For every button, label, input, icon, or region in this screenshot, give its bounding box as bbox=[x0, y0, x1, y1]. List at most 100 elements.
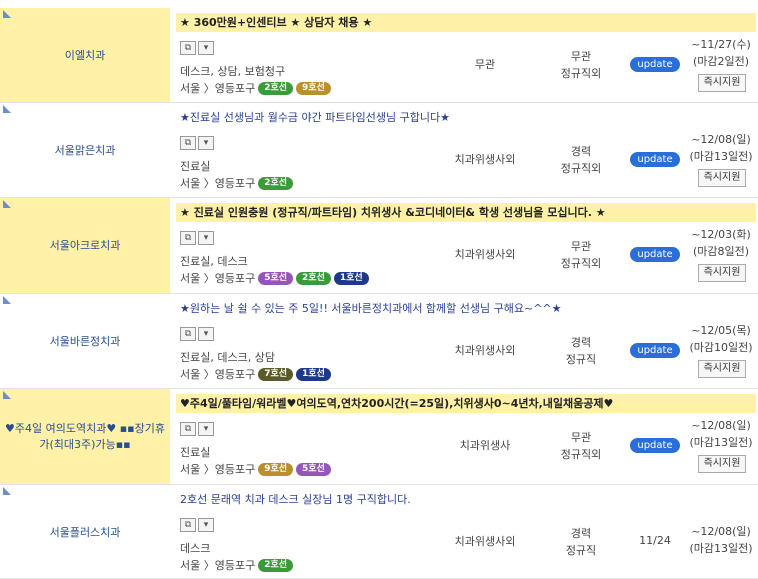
listing-title-link[interactable]: ★원하는 날 쉴 수 있는 주 5일!! 서울바른정치과에서 함께할 선생님 구… bbox=[176, 299, 756, 318]
employment-type: 정규직외 bbox=[560, 257, 602, 270]
company-name-link[interactable]: 서울바른정치과 bbox=[0, 334, 170, 350]
subway-line-badge: 7호선 bbox=[258, 367, 294, 381]
copy-icon[interactable]: ⧉ bbox=[180, 231, 196, 245]
subway-line-badge: 1호선 bbox=[296, 367, 331, 381]
listing-title-link[interactable]: ★ 360만원+인센티브 ★ 상담자 채용 ★ bbox=[176, 13, 756, 32]
copy-icon[interactable]: ⧉ bbox=[180, 41, 196, 55]
location-text: 서울 〉영등포구 bbox=[180, 368, 256, 381]
location: 서울 〉영등포구 2호선 9호선 bbox=[180, 80, 331, 96]
apply-now-button[interactable]: 즉시지원 bbox=[698, 455, 746, 473]
chevron-down-icon[interactable]: ▾ bbox=[198, 327, 214, 341]
job-category: 진료실 bbox=[180, 446, 211, 459]
employment-type: 정규직외 bbox=[560, 448, 602, 461]
deadline-date: ~11/27(수) bbox=[691, 38, 751, 51]
copy-icon[interactable]: ⧉ bbox=[180, 136, 196, 150]
corner-marker-icon bbox=[3, 200, 11, 208]
listing-row: ♥주4일 여의도역치과♥ ▪▪장기휴가(최대3주)가능▪▪ ♥주4일/풀타임/워라… bbox=[0, 389, 758, 485]
deadline-date: ~12/08(일) bbox=[691, 133, 751, 146]
company-cell: ♥주4일 여의도역치과♥ ▪▪장기휴가(최대3주)가능▪▪ bbox=[0, 389, 170, 484]
apply-now-button[interactable]: 즉시지원 bbox=[698, 74, 746, 92]
subway-line-badge: 1호선 bbox=[333, 271, 369, 285]
company-cell: 서울맑은치과 bbox=[0, 103, 170, 197]
experience: 경력 bbox=[570, 145, 592, 158]
subway-line-badge: 2호선 bbox=[296, 271, 331, 285]
location: 서울 〉영등포구 2호선 bbox=[180, 175, 294, 191]
experience: 무관 bbox=[570, 240, 592, 253]
deadline-date: ~12/05(목) bbox=[691, 324, 751, 337]
location-text: 서울 〉영등포구 bbox=[180, 463, 256, 476]
qualification: 무관 bbox=[474, 58, 496, 71]
location: 서울 〉영등포구 9호선 5호선 bbox=[180, 461, 331, 477]
experience-employment: 무관 정규직외 bbox=[545, 48, 617, 82]
company-cell: 서울바른정치과 bbox=[0, 294, 170, 388]
apply-now-button[interactable]: 즉시지원 bbox=[698, 360, 746, 378]
update-badge: update bbox=[630, 438, 680, 453]
listing-actions: ⧉ ▾ bbox=[180, 422, 214, 436]
chevron-down-icon[interactable]: ▾ bbox=[198, 231, 214, 245]
chevron-down-icon[interactable]: ▾ bbox=[198, 136, 214, 150]
listing-row: 서울플러스치과 2호선 문래역 치과 데스크 실장님 1명 구직합니다. ⧉ ▾ 데스크… bbox=[0, 485, 758, 579]
days-remaining: (마감2일전) bbox=[692, 55, 750, 68]
update-badge: update bbox=[630, 247, 680, 262]
company-name-link[interactable]: 이엘치과 bbox=[0, 48, 170, 64]
job-listing-table: 이엘치과 ★ 360만원+인센티브 ★ 상담자 채용 ★ ⧉ ▾ 데스크, 상담, 보험… bbox=[0, 0, 758, 579]
experience-employment: 무관정규직외 bbox=[545, 429, 617, 463]
listing-actions: ⧉ ▾ bbox=[180, 136, 214, 150]
copy-icon[interactable]: ⧉ bbox=[180, 518, 196, 532]
listing-title-link[interactable]: ★진료실 선생님과 월수금 야간 파트타임선생님 구합니다★ bbox=[176, 108, 756, 127]
job-category: 진료실, 데스크, 상담 bbox=[180, 351, 275, 364]
posted-date: 11/24 bbox=[639, 534, 671, 547]
location: 서울 〉영등포구 7호선 1호선 bbox=[180, 366, 331, 382]
listing-actions: ⧉ ▾ bbox=[180, 231, 214, 245]
listing-title-link[interactable]: ♥주4일/풀타임/워라벨♥여의도역,연차200시간(=25일),치위생사0~4년… bbox=[176, 394, 756, 413]
deadline-date: ~12/08(일) bbox=[691, 525, 751, 538]
chevron-down-icon[interactable]: ▾ bbox=[198, 422, 214, 436]
location-text: 서울 〉영등포구 bbox=[180, 272, 256, 285]
company-name-link[interactable]: ♥주4일 여의도역치과♥ ▪▪장기휴가(최대3주)가능▪▪ bbox=[0, 421, 170, 453]
company-cell: 서울플러스치과 bbox=[0, 485, 170, 578]
company-name-link[interactable]: 서울플러스치과 bbox=[0, 525, 170, 541]
subway-line-badge: 5호선 bbox=[258, 271, 294, 285]
apply-now-button[interactable]: 즉시지원 bbox=[698, 264, 746, 282]
company-cell: 이엘치과 bbox=[0, 8, 170, 102]
days-remaining: (마감8일전) bbox=[692, 245, 750, 258]
listing-title-link[interactable]: 2호선 문래역 치과 데스크 실장님 1명 구직합니다. bbox=[176, 490, 756, 509]
employment-type: 정규직 bbox=[565, 353, 597, 366]
subway-line-badge: 9호선 bbox=[258, 462, 294, 476]
subway-line-badge: 9호선 bbox=[296, 81, 331, 95]
employment-type: 정규직외 bbox=[560, 67, 602, 80]
deadline-date: ~12/03(화) bbox=[691, 228, 751, 241]
location: 서울 〉영등포구 2호선 bbox=[180, 557, 294, 573]
experience: 경력 bbox=[570, 527, 592, 540]
subway-line-badge: 2호선 bbox=[258, 81, 294, 95]
location-text: 서울 〉영등포구 bbox=[180, 82, 256, 95]
company-name-link[interactable]: 서울아크로치과 bbox=[0, 238, 170, 254]
apply-now-button[interactable]: 즉시지원 bbox=[698, 169, 746, 187]
company-name-link[interactable]: 서울맑은치과 bbox=[0, 143, 170, 159]
copy-icon[interactable]: ⧉ bbox=[180, 422, 196, 436]
qualification: 치과위생사외 bbox=[454, 535, 516, 548]
copy-icon[interactable]: ⧉ bbox=[180, 327, 196, 341]
listing-title-link[interactable]: ★ 진료실 인원충원 (정규직/파트타임) 치위생사 &코디네이터& 학생 선생… bbox=[176, 203, 756, 222]
chevron-down-icon[interactable]: ▾ bbox=[198, 41, 214, 55]
subway-line-badge: 5호선 bbox=[296, 462, 331, 476]
location-text: 서울 〉영등포구 bbox=[180, 559, 256, 572]
experience: 무관 bbox=[570, 431, 592, 444]
days-remaining: (마감13일전) bbox=[689, 150, 753, 163]
corner-marker-icon bbox=[3, 10, 11, 18]
listing-row: 서울아크로치과 ★ 진료실 인원충원 (정규직/파트타임) 치위생사 &코디네이터… bbox=[0, 198, 758, 294]
deadline: ~12/03(화) (마감8일전) bbox=[684, 226, 758, 260]
qualification: 치과위생사외 bbox=[454, 153, 516, 166]
chevron-down-icon[interactable]: ▾ bbox=[198, 518, 214, 532]
deadline: ~12/08(일) (마감13일전) bbox=[684, 131, 758, 165]
location-text: 서울 〉영등포구 bbox=[180, 177, 256, 190]
update-badge: update bbox=[630, 152, 680, 167]
deadline-date: ~12/08(일) bbox=[691, 419, 751, 432]
qualification: 치과위생사외 bbox=[454, 344, 516, 357]
qualification: 치과위생사외 bbox=[454, 248, 516, 261]
subway-line-badge: 2호선 bbox=[258, 558, 294, 572]
deadline: ~12/08(일) (마감13일전) bbox=[684, 417, 758, 451]
listing-row: 이엘치과 ★ 360만원+인센티브 ★ 상담자 채용 ★ ⧉ ▾ 데스크, 상담, 보험… bbox=[0, 8, 758, 103]
listing-actions: ⧉ ▾ bbox=[180, 41, 214, 55]
location: 서울 〉영등포구 5호선 2호선 1호선 bbox=[180, 270, 369, 286]
